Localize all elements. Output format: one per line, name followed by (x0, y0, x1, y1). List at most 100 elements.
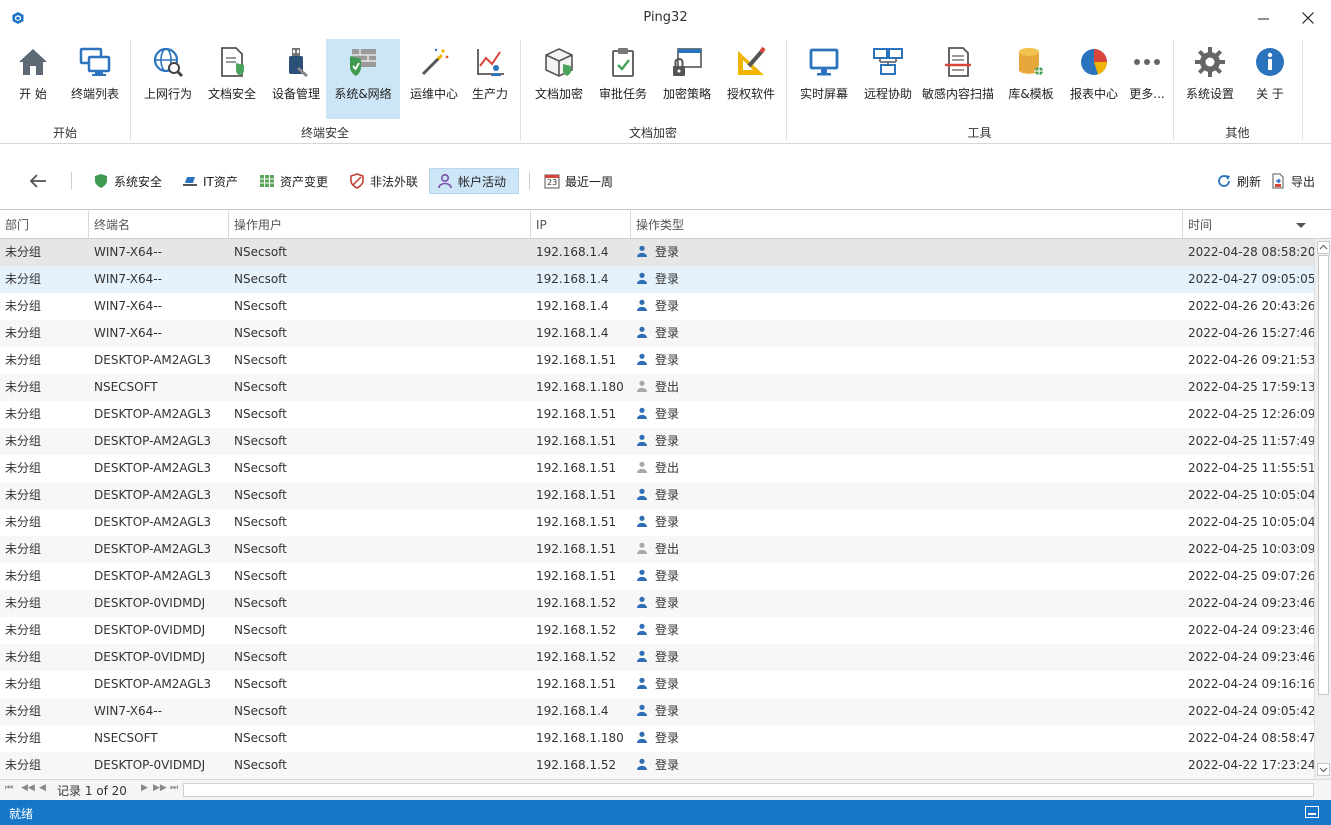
column-header-operation[interactable]: 操作类型 (631, 211, 1183, 239)
table-row[interactable]: 未分组 WIN7-X64-- NSecsoft 192.168.1.4 登录 2022-0… (0, 320, 1315, 347)
cell-terminal: WIN7-X64-- (94, 326, 162, 340)
prev-page-icon[interactable]: ◀◀ (21, 783, 35, 793)
close-button[interactable] (1285, 0, 1331, 36)
back-button[interactable] (22, 168, 54, 194)
horizontal-scrollbar[interactable] (183, 783, 1314, 797)
cell-ip: 192.168.1.51 (536, 434, 617, 448)
cell-user: NSecsoft (234, 488, 287, 502)
cell-terminal: DESKTOP-AM2AGL3 (94, 461, 212, 475)
table-row[interactable]: 未分组 NSECSOFT NSecsoft 192.168.1.180 登录 2022-0… (0, 725, 1315, 752)
ribbon-button-remote-assist[interactable]: 远程协助 (858, 39, 918, 119)
tab-system-security[interactable]: 系统安全 (86, 168, 169, 194)
table-row[interactable]: 未分组 DESKTOP-AM2AGL3 NSecsoft 192.168.1.51 登录… (0, 671, 1315, 698)
table-row[interactable]: 未分组 WIN7-X64-- NSecsoft 192.168.1.4 登录 2022-0… (0, 266, 1316, 293)
ribbon-button-more[interactable]: 更多... (1126, 39, 1168, 119)
activity-table: 部门 终端名 操作用户 IP 操作类型 时间 未分组 WIN7-X64-- NSec… (0, 211, 1331, 779)
table-row[interactable]: 未分组 DESKTOP-0VIDMDJ NSecsoft 192.168.1.52 登录… (0, 644, 1315, 671)
ribbon-button-terminal-list[interactable]: 终端列表 (65, 39, 125, 119)
ribbon-button-about[interactable]: 关 于 (1245, 39, 1295, 119)
table-row[interactable]: 未分组 DESKTOP-0VIDMDJ NSecsoft 192.168.1.52 登录… (0, 590, 1315, 617)
login-user-icon (637, 650, 647, 662)
cell-ip: 192.168.1.52 (536, 650, 617, 664)
table-row[interactable]: 未分组 WIN7-X64-- NSecsoft 192.168.1.4 登录 2022-0… (0, 239, 1315, 266)
ribbon-button-doc-encryption[interactable]: 文档加密 (529, 39, 589, 119)
ribbon-button-device-management[interactable]: 设备管理 (266, 39, 326, 119)
next-page-icon[interactable]: ▶▶ (153, 783, 167, 793)
table-row[interactable]: 未分组 DESKTOP-AM2AGL3 NSecsoft 192.168.1.51 登录… (0, 482, 1315, 509)
ribbon-button-productivity[interactable]: 生产力 (466, 39, 514, 119)
column-header-department[interactable]: 部门 (0, 211, 89, 239)
tab-illegal-connection[interactable]: 非法外联 (342, 168, 425, 194)
cell-operation: 登录 (631, 293, 1183, 320)
scroll-up-button[interactable] (1317, 241, 1330, 254)
status-panel-icon[interactable] (1305, 806, 1319, 818)
last-page-icon[interactable]: ⏭ (170, 783, 178, 793)
scroll-thumb[interactable] (1318, 255, 1329, 695)
ribbon-button-encryption-policy[interactable]: 加密策略 (657, 39, 717, 119)
column-header-terminal[interactable]: 终端名 (89, 211, 229, 239)
column-header-user[interactable]: 操作用户 (229, 211, 531, 239)
cell-time: 2022-04-27 09:05:05 (1188, 272, 1316, 286)
ribbon-button-sensitive-scan[interactable]: 敏感内容扫描 (919, 39, 997, 119)
table-row[interactable]: 未分组 WIN7-X64-- NSecsoft 192.168.1.4 登录 2022-0… (0, 293, 1315, 320)
table-body: 未分组 WIN7-X64-- NSecsoft 192.168.1.4 登录 2022-0… (0, 239, 1316, 779)
vertical-scrollbar[interactable] (1314, 239, 1331, 779)
login-user-icon (637, 704, 647, 716)
next-record-icon[interactable]: ▶ (141, 783, 148, 793)
cell-operation: 登录 (631, 671, 1183, 698)
table-row[interactable]: 未分组 NSECSOFT NSecsoft 192.168.1.180 登出 2022-0… (0, 374, 1315, 401)
ribbon-button-web-behavior[interactable]: 上网行为 (138, 39, 198, 119)
prev-record-icon[interactable]: ◀ (39, 783, 46, 793)
ribbon-button-system-network[interactable]: 系统&网络 (326, 39, 400, 119)
tab-asset-change[interactable]: 资产变更 (252, 168, 335, 194)
ribbon-button-home[interactable]: 开 始 (5, 39, 61, 119)
cell-operation: 登录 (631, 266, 1183, 293)
toolbar-separator (529, 172, 530, 190)
table-row[interactable]: 未分组 DESKTOP-0VIDMDJ NSecsoft 192.168.1.52 登录… (0, 617, 1315, 644)
table-row[interactable]: 未分组 DESKTOP-0VIDMDJ NSecsoft 192.168.1.52 登录… (0, 752, 1315, 779)
ribbon-button-system-settings[interactable]: 系统设置 (1182, 39, 1238, 119)
scroll-down-button[interactable] (1317, 763, 1330, 776)
cell-operation: 登录 (631, 428, 1183, 455)
first-page-icon[interactable]: ⏮ (5, 783, 13, 793)
export-button[interactable]: 导出 (1263, 168, 1322, 194)
login-user-icon (637, 623, 647, 635)
cell-ip: 192.168.1.52 (536, 596, 617, 610)
document-shield-icon (214, 44, 250, 80)
table-row[interactable]: 未分组 DESKTOP-AM2AGL3 NSecsoft 192.168.1.51 登录… (0, 563, 1315, 590)
refresh-button[interactable]: 刷新 (1209, 168, 1268, 194)
cell-terminal: DESKTOP-AM2AGL3 (94, 488, 212, 502)
cell-operation: 登录 (631, 725, 1183, 752)
ribbon-button-realtime-screen[interactable]: 实时屏幕 (795, 39, 853, 119)
ribbon-button-approval-task[interactable]: 审批任务 (594, 39, 652, 119)
ribbon-button-licensed-software[interactable]: 授权软件 (721, 39, 781, 119)
table-row[interactable]: 未分组 DESKTOP-AM2AGL3 NSecsoft 192.168.1.51 登录… (0, 428, 1315, 455)
table-row[interactable]: 未分组 DESKTOP-AM2AGL3 NSecsoft 192.168.1.51 登录… (0, 347, 1315, 374)
table-row[interactable]: 未分组 DESKTOP-AM2AGL3 NSecsoft 192.168.1.51 登出… (0, 455, 1315, 482)
cell-terminal: WIN7-X64-- (94, 704, 162, 718)
lock-window-icon (669, 44, 705, 80)
table-row[interactable]: 未分组 WIN7-X64-- NSecsoft 192.168.1.4 登录 2022-0… (0, 698, 1315, 725)
tab-account-activity[interactable]: 帐户活动 (429, 168, 519, 194)
table-row[interactable]: 未分组 DESKTOP-AM2AGL3 NSecsoft 192.168.1.51 登出… (0, 536, 1315, 563)
ribbon-button-report-center[interactable]: 报表中心 (1064, 39, 1124, 119)
tab-it-assets[interactable]: IT资产 (175, 168, 245, 194)
cell-operation: 登录 (631, 563, 1183, 590)
cell-operation: 登录 (631, 590, 1183, 617)
export-icon (1270, 173, 1286, 189)
record-counter: 记录 1 of 20 (57, 784, 127, 798)
table-row[interactable]: 未分组 DESKTOP-AM2AGL3 NSecsoft 192.168.1.51 登录… (0, 509, 1316, 536)
table-row[interactable]: 未分组 DESKTOP-AM2AGL3 NSecsoft 192.168.1.51 登录… (0, 401, 1315, 428)
ribbon-button-ops-center[interactable]: 运维中心 (404, 39, 464, 119)
minimize-button[interactable] (1240, 0, 1286, 36)
cell-department: 未分组 (5, 569, 42, 583)
title-bar: Ping32 (0, 0, 1331, 36)
cell-time: 2022-04-25 10:05:04 (1188, 515, 1316, 529)
cell-ip: 192.168.1.4 (536, 272, 609, 286)
column-header-ip[interactable]: IP (531, 211, 631, 239)
date-range-button[interactable]: 23 最近一周 (537, 168, 620, 194)
ribbon-button-library-template[interactable]: 库&模板 (1000, 39, 1062, 119)
column-header-time[interactable]: 时间 (1183, 211, 1314, 239)
cell-ip: 192.168.1.4 (536, 704, 609, 718)
ribbon-button-document-security[interactable]: 文档安全 (202, 39, 262, 119)
